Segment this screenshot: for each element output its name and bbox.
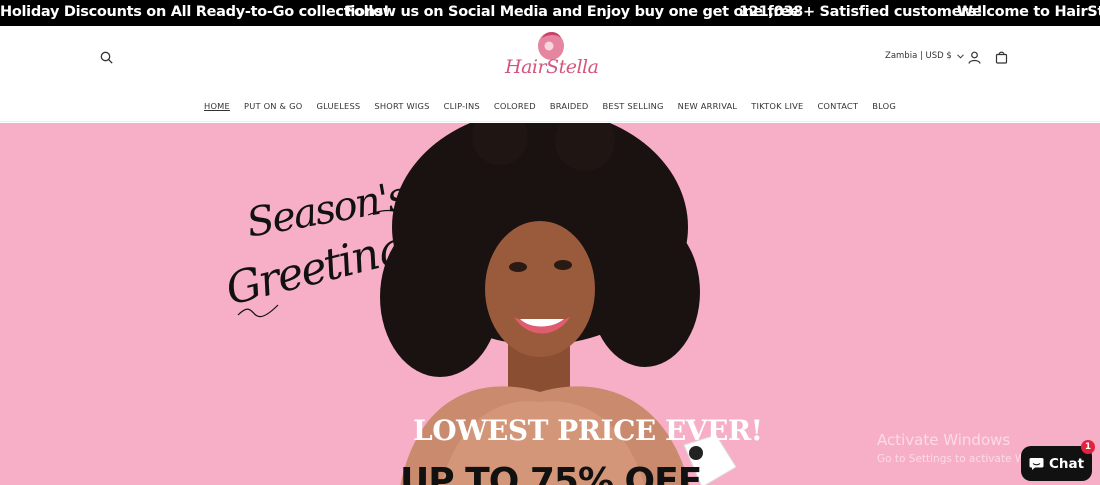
nav-item-short-wigs[interactable]: SHORT WIGS [374, 101, 429, 111]
announcement-message: Follow us on Social Media and Enjoy buy … [345, 4, 800, 20]
nav-item-clip-ins[interactable]: CLIP-INS [444, 101, 480, 111]
announcement-message: Holiday Discounts on All Ready-to-Go col… [0, 4, 390, 20]
activate-windows-title: Activate Windows [877, 431, 1011, 449]
chat-bubble-icon [1029, 457, 1044, 470]
hero-banner[interactable]: Season's Greetings LOWEST PRICE EVER! UP… [0, 123, 1100, 485]
announcement-bar: Holiday Discounts on All Ready-to-Go col… [0, 0, 1100, 26]
site-logo[interactable]: HairStella [505, 28, 599, 84]
nav-item-put-on-go[interactable]: PUT ON & GO [244, 101, 302, 111]
currency-label: Zambia | USD $ [885, 51, 952, 61]
nav-item-glueless[interactable]: GLUELESS [316, 101, 360, 111]
chat-button[interactable]: Chat [1021, 446, 1092, 481]
currency-selector[interactable]: Zambia | USD $ [885, 51, 964, 61]
logo-text: HairStella [505, 56, 599, 78]
main-navigation: HOME PUT ON & GO GLUELESS SHORT WIGS CLI… [0, 101, 1100, 111]
nav-item-best-selling[interactable]: BEST SELLING [603, 101, 664, 111]
chat-label: Chat [1048, 455, 1085, 472]
nav-item-braided[interactable]: BRAIDED [550, 101, 589, 111]
nav-item-colored[interactable]: COLORED [494, 101, 536, 111]
chevron-down-icon [956, 53, 964, 59]
nav-item-home[interactable]: HOME [204, 101, 230, 111]
hero-headline: LOWEST PRICE EVER! [413, 414, 763, 447]
announcement-message: 121,038+ Satisfied customers! [739, 4, 983, 20]
site-header: HairStella Zambia | USD $ HOME PUT ON & … [0, 26, 1100, 122]
nav-item-new-arrival[interactable]: NEW ARRIVAL [678, 101, 738, 111]
nav-item-contact[interactable]: CONTACT [817, 101, 858, 111]
cart-icon[interactable] [992, 48, 1010, 66]
nav-item-blog[interactable]: BLOG [872, 101, 896, 111]
nav-item-tiktok-live[interactable]: TIKTOK LIVE [751, 101, 803, 111]
user-icon[interactable] [965, 48, 983, 66]
announcement-message: Welcome to HairStella [957, 4, 1100, 20]
hero-subheadline: UP TO 75% OFF [400, 461, 702, 485]
search-icon[interactable] [97, 48, 115, 66]
chat-notification-badge: 1 [1081, 440, 1095, 454]
